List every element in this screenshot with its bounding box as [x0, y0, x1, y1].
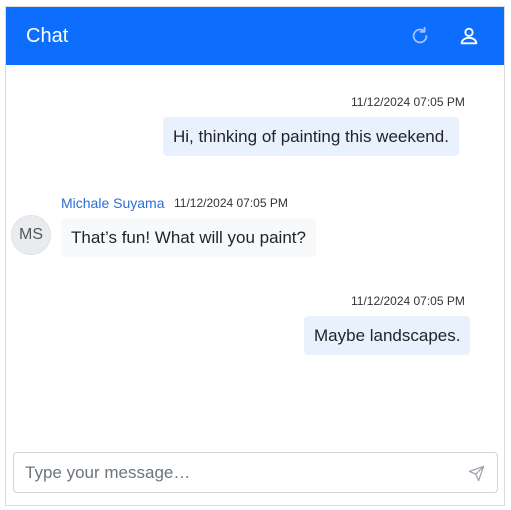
send-icon: [468, 465, 484, 481]
message-timestamp: 11/12/2024 07:05 PM: [351, 294, 465, 308]
message-timestamp: 11/12/2024 07:05 PM: [174, 196, 288, 210]
chat-header: Chat: [6, 7, 504, 65]
message-timestamp: 11/12/2024 07:05 PM: [351, 95, 465, 109]
message-bubble-outgoing: Hi, thinking of painting this weekend.: [163, 117, 459, 156]
message-bubble-incoming: That’s fun! What will you paint?: [61, 218, 316, 257]
message-composer: [13, 452, 498, 493]
message-bubble-outgoing: Maybe landscapes.: [304, 316, 471, 355]
chat-window: Chat 11/12/2024 07:05 PM Hi, thinking of…: [5, 6, 505, 506]
profile-button[interactable]: [456, 23, 482, 49]
sender-name: Michale Suyama: [61, 195, 165, 211]
message-input[interactable]: [15, 454, 455, 491]
refresh-button[interactable]: [407, 23, 433, 49]
send-button[interactable]: [466, 463, 486, 483]
chat-title: Chat: [26, 25, 69, 47]
user-icon: [460, 27, 478, 45]
avatar: MS: [11, 215, 51, 255]
refresh-icon: [412, 26, 428, 44]
